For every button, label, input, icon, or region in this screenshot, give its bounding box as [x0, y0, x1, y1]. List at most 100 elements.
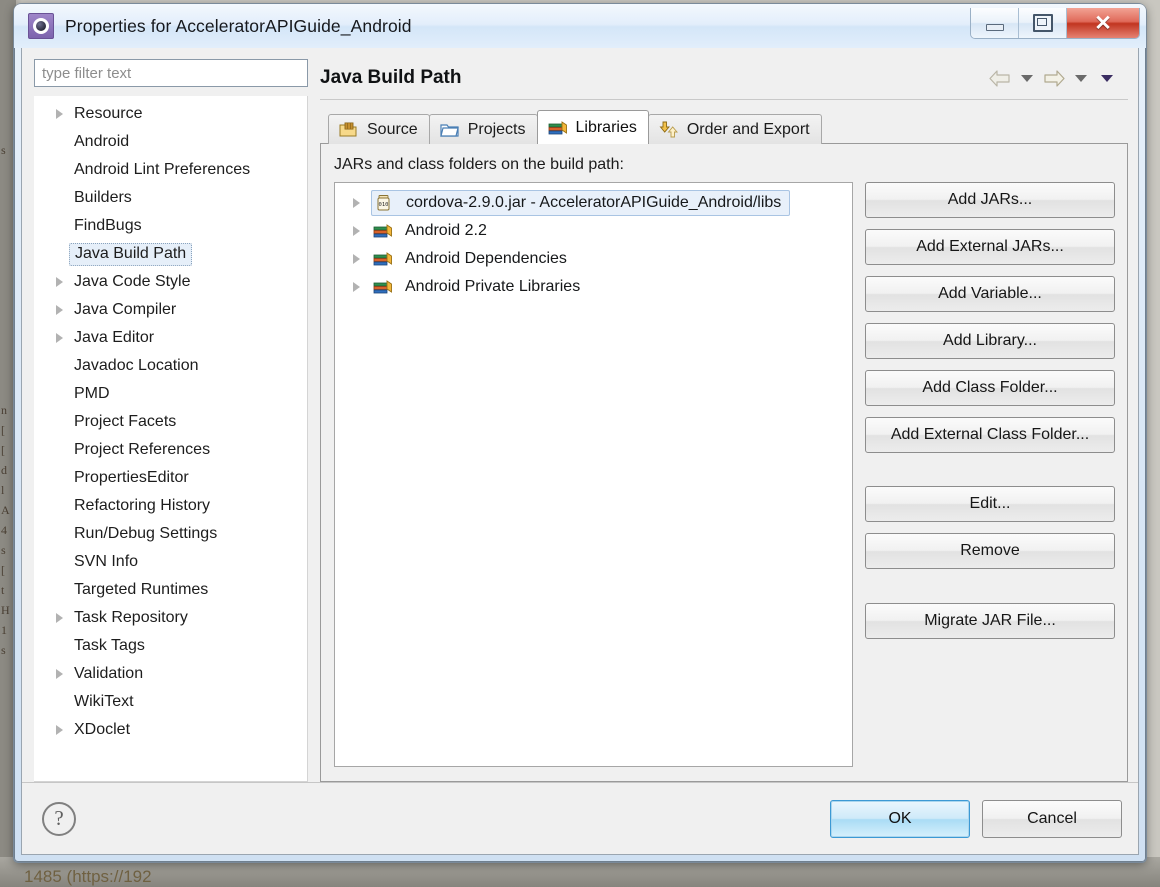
add-external-class-folder-button[interactable]: Add External Class Folder...: [865, 417, 1115, 453]
forward-arrow-icon[interactable]: [1043, 70, 1065, 87]
sidebar-item-xdoclet[interactable]: XDoclet: [34, 716, 307, 744]
add-class-folder-button[interactable]: Add Class Folder...: [865, 370, 1115, 406]
expand-chevron-right-icon[interactable]: [56, 613, 72, 623]
dialog-panes: Resource Android Android Lint Preferences B…: [22, 48, 1138, 782]
maximize-button[interactable]: [1019, 8, 1067, 38]
sidebar-item-project-facets[interactable]: Project Facets: [34, 408, 307, 436]
sidebar-item-resource[interactable]: Resource: [34, 100, 307, 128]
add-jars-button[interactable]: Add JARs...: [865, 182, 1115, 218]
window-title: Properties for AcceleratorAPIGuide_Andro…: [65, 16, 412, 37]
sidebar-item-label: WikiText: [72, 693, 134, 711]
dialog-footer: ? OK Cancel: [22, 782, 1138, 854]
sidebar-item-label: Project Facets: [72, 413, 176, 431]
expand-chevron-right-icon[interactable]: [353, 282, 373, 292]
expand-chevron-right-icon[interactable]: [56, 109, 72, 119]
expand-chevron-right-icon[interactable]: [56, 277, 72, 287]
expand-chevron-right-icon[interactable]: [56, 725, 72, 735]
sidebar-item-label: Project References: [72, 441, 210, 459]
sidebar-item-run-debug-settings[interactable]: Run/Debug Settings: [34, 520, 307, 548]
jar-list-item[interactable]: Android 2.2: [339, 217, 848, 245]
sidebar-item-findbugs[interactable]: FindBugs: [34, 212, 307, 240]
expand-chevron-right-icon[interactable]: [56, 333, 72, 343]
sidebar-item-validation[interactable]: Validation: [34, 660, 307, 688]
edit-button[interactable]: Edit...: [865, 486, 1115, 522]
tab-libraries[interactable]: Libraries: [537, 110, 649, 144]
settings-tree[interactable]: Resource Android Android Lint Preferences B…: [34, 96, 308, 782]
properties-dialog: Properties for AcceleratorAPIGuide_Andro…: [14, 4, 1146, 862]
sidebar-item-refactoring-history[interactable]: Refactoring History: [34, 492, 307, 520]
source-folder-icon: [339, 121, 359, 139]
add-library-button[interactable]: Add Library...: [865, 323, 1115, 359]
expand-chevron-right-icon[interactable]: [353, 254, 373, 264]
jar-list-item[interactable]: Android Dependencies: [339, 245, 848, 273]
jar-item-label: Android 2.2: [401, 221, 491, 241]
sidebar-item-task-tags[interactable]: Task Tags: [34, 632, 307, 660]
migrate-jar-file-button[interactable]: Migrate JAR File...: [865, 603, 1115, 639]
sidebar-item-targeted-runtimes[interactable]: Targeted Runtimes: [34, 576, 307, 604]
expand-chevron-right-icon[interactable]: [353, 198, 373, 208]
build-path-tabs: SourceProjects Libraries Order and Export: [320, 112, 1128, 144]
background-status-text: 1485 (https://192: [24, 867, 152, 887]
remove-button[interactable]: Remove: [865, 533, 1115, 569]
sidebar-item-android-lint-preferences[interactable]: Android Lint Preferences: [34, 156, 307, 184]
tab-label: Libraries: [576, 119, 637, 137]
sidebar-item-label: Run/Debug Settings: [72, 525, 217, 543]
sidebar-item-java-code-style[interactable]: Java Code Style: [34, 268, 307, 296]
tab-order-and-export[interactable]: Order and Export: [648, 114, 822, 144]
projects-folder-icon: [440, 121, 460, 139]
jar-item-label: cordova-2.9.0.jar - AcceleratorAPIGuide_…: [402, 193, 785, 213]
sidebar-item-java-build-path[interactable]: Java Build Path: [34, 240, 307, 268]
add-variable-button[interactable]: Add Variable...: [865, 276, 1115, 312]
sidebar-item-label: SVN Info: [72, 553, 138, 571]
sidebar-item-task-repository[interactable]: Task Repository: [34, 604, 307, 632]
view-menu-chevron-down-icon[interactable]: [1101, 75, 1113, 82]
close-icon: ✕: [1094, 13, 1112, 34]
tab-projects[interactable]: Projects: [429, 114, 538, 144]
sidebar-item-label: Targeted Runtimes: [72, 581, 208, 599]
sidebar-item-propertieseditor[interactable]: PropertiesEditor: [34, 464, 307, 492]
minimize-button[interactable]: [971, 8, 1019, 38]
sidebar-item-label: Java Compiler: [72, 301, 176, 319]
sidebar-item-java-editor[interactable]: Java Editor: [34, 324, 307, 352]
close-button[interactable]: ✕: [1067, 8, 1139, 38]
jar-list-item[interactable]: 010cordova-2.9.0.jar - AcceleratorAPIGui…: [339, 189, 848, 217]
page-pane: Java Build Path: [318, 59, 1128, 782]
sidebar-item-label: Java Build Path: [69, 243, 192, 266]
expand-chevron-right-icon[interactable]: [56, 305, 72, 315]
help-icon[interactable]: ?: [42, 802, 76, 836]
expand-chevron-right-icon[interactable]: [353, 226, 373, 236]
ok-button[interactable]: OK: [830, 800, 970, 838]
sidebar-item-wikitext[interactable]: WikiText: [34, 688, 307, 716]
sidebar-item-builders[interactable]: Builders: [34, 184, 307, 212]
library-books-icon: [373, 250, 395, 268]
sidebar-item-pmd[interactable]: PMD: [34, 380, 307, 408]
forward-menu-chevron-down-icon[interactable]: [1075, 75, 1087, 82]
back-menu-chevron-down-icon[interactable]: [1021, 75, 1033, 82]
sidebar-item-javadoc-location[interactable]: Javadoc Location: [34, 352, 307, 380]
libraries-books-icon: [548, 119, 568, 137]
sidebar-item-project-references[interactable]: Project References: [34, 436, 307, 464]
jar-list-item[interactable]: Android Private Libraries: [339, 273, 848, 301]
sidebar-item-label: Refactoring History: [72, 497, 210, 515]
sidebar-item-label: XDoclet: [72, 721, 130, 739]
expand-chevron-right-icon[interactable]: [56, 669, 72, 679]
sidebar-item-java-compiler[interactable]: Java Compiler: [34, 296, 307, 324]
title-bar[interactable]: Properties for AcceleratorAPIGuide_Andro…: [14, 4, 1146, 48]
eclipse-properties-icon: [28, 13, 54, 39]
sidebar-item-label: PMD: [72, 385, 110, 403]
jar-item-content: Android Private Libraries: [373, 277, 584, 297]
jars-list[interactable]: 010cordova-2.9.0.jar - AcceleratorAPIGui…: [334, 182, 853, 767]
sidebar-item-label: Builders: [72, 189, 132, 207]
sidebar-item-label: Android Lint Preferences: [72, 161, 250, 179]
cancel-button[interactable]: Cancel: [982, 800, 1122, 838]
sidebar-item-label: Resource: [72, 105, 142, 123]
sidebar-item-label: PropertiesEditor: [72, 469, 189, 487]
jar-item-label: Android Private Libraries: [401, 277, 584, 297]
sidebar-item-android[interactable]: Android: [34, 128, 307, 156]
sidebar-item-svn-info[interactable]: SVN Info: [34, 548, 307, 576]
filter-input[interactable]: [34, 59, 308, 87]
add-external-jars-button[interactable]: Add External JARs...: [865, 229, 1115, 265]
maximize-icon: [1033, 14, 1053, 32]
back-arrow-icon[interactable]: [989, 70, 1011, 87]
tab-source[interactable]: Source: [328, 114, 430, 144]
